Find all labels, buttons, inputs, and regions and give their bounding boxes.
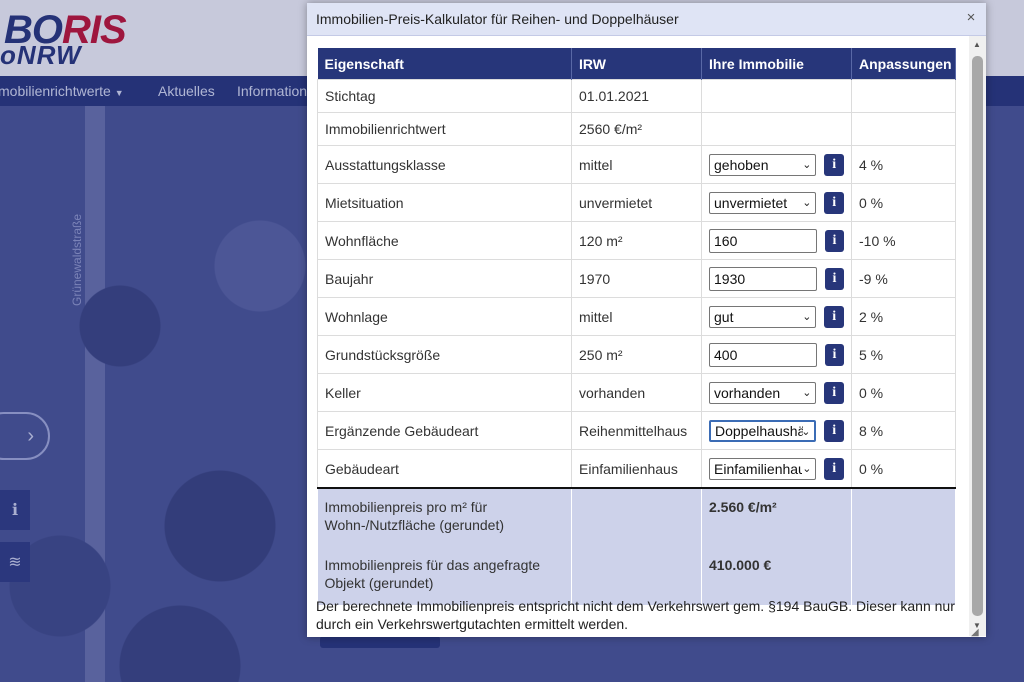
chevron-down-icon: ⌄: [801, 425, 811, 438]
chevron-down-icon: ⌄: [802, 196, 812, 209]
header-anpassungen: Anpassungen: [851, 48, 956, 80]
row-adjust: 0 %: [851, 449, 956, 489]
table-row: Grundstücksgröße 250 m² 400 i 5 %: [317, 335, 956, 374]
row-yours: [701, 79, 852, 113]
table-row: Gebäudeart Einfamilienhaus Einfamilienha…: [317, 449, 956, 489]
table-row: Baujahr 1970 1930 i -9 %: [317, 259, 956, 298]
row-irw: 1970: [571, 259, 702, 298]
row-adjust: 2 %: [851, 297, 956, 336]
dialog-content: Eigenschaft IRW Ihre Immobilie Anpassung…: [307, 36, 969, 636]
ergaenzende-gebaeudeart-select[interactable]: Doppelhaushälfte⌄: [709, 419, 817, 442]
row-label: Keller: [317, 373, 572, 412]
info-icon[interactable]: i: [824, 419, 844, 442]
info-icon[interactable]: i: [824, 381, 844, 404]
info-icon[interactable]: i: [824, 457, 844, 480]
row-label: Wohnfläche: [317, 221, 572, 260]
header-ihre-immobilie: Ihre Immobilie: [701, 48, 852, 80]
summary-value: 2.560 €/m²: [701, 488, 852, 547]
row-label: Ergänzende Gebäudeart: [317, 411, 572, 450]
row-label: Wohnlage: [317, 297, 572, 336]
info-icon[interactable]: i: [824, 267, 844, 290]
dialog-titlebar[interactable]: Immobilien-Preis-Kalkulator für Reihen- …: [307, 3, 986, 36]
calculator-table: Eigenschaft IRW Ihre Immobilie Anpassung…: [317, 48, 956, 605]
resize-grip-icon[interactable]: ◢: [971, 627, 983, 639]
dialog-title: Immobilien-Preis-Kalkulator für Reihen- …: [316, 11, 679, 27]
header-irw: IRW: [571, 48, 702, 80]
dialog-scrollbar[interactable]: ▲ ▼: [969, 36, 986, 636]
wohnflaeche-input[interactable]: 160: [709, 228, 817, 253]
row-label: Mietsituation: [317, 183, 572, 222]
row-irw: 2560 €/m²: [571, 112, 702, 146]
calculator-dialog: Immobilien-Preis-Kalkulator für Reihen- …: [307, 3, 986, 637]
row-adjust: 4 %: [851, 145, 956, 184]
row-label: Baujahr: [317, 259, 572, 298]
row-label: Immobilienrichtwert: [317, 112, 572, 146]
chevron-down-icon: ⌄: [802, 386, 812, 399]
mietsituation-select[interactable]: unvermietet ⌄: [709, 191, 817, 214]
row-adjust: [851, 112, 956, 146]
chevron-down-icon: ⌄: [802, 462, 812, 475]
info-icon[interactable]: i: [824, 153, 844, 176]
row-irw: vorhanden: [571, 373, 702, 412]
summary-label: Immobilienpreis pro m² für Wohn-/Nutzfläc…: [317, 488, 572, 547]
table-row: Keller vorhanden vorhanden ⌄ i 0 %: [317, 373, 956, 412]
row-adjust: 0 %: [851, 373, 956, 412]
row-adjust: 0 %: [851, 183, 956, 222]
info-icon[interactable]: i: [824, 191, 844, 214]
row-label: Stichtag: [317, 79, 572, 113]
row-irw: mittel: [571, 145, 702, 184]
table-row: Mietsituation unvermietet unvermietet ⌄ i…: [317, 183, 956, 222]
chevron-down-icon: ⌄: [802, 158, 812, 171]
table-row: Stichtag 01.01.2021: [317, 79, 956, 113]
chevron-down-icon: ⌄: [802, 310, 812, 323]
scroll-thumb[interactable]: [972, 56, 983, 616]
info-icon[interactable]: i: [824, 229, 844, 252]
row-irw: Reihenmittelhaus: [571, 411, 702, 450]
gebaeudeart-select[interactable]: Einfamilienhaus⌄: [709, 457, 817, 480]
ausstattungsklasse-select[interactable]: gehoben ⌄: [709, 153, 817, 176]
summary-row-per-sqm: Immobilienpreis pro m² für Wohn-/Nutzfläc…: [317, 488, 956, 547]
close-icon[interactable]: ×: [964, 9, 978, 27]
table-row: Ausstattungsklasse mittel gehoben ⌄ i 4 %: [317, 145, 956, 184]
info-icon[interactable]: i: [824, 343, 844, 366]
row-adjust: -9 %: [851, 259, 956, 298]
row-adjust: -10 %: [851, 221, 956, 260]
table-row: Wohnlage mittel gut ⌄ i 2 %: [317, 297, 956, 336]
row-irw: 120 m²: [571, 221, 702, 260]
row-adjust: [851, 79, 956, 113]
grundstuecksgroesse-input[interactable]: 400: [709, 342, 817, 367]
row-label: Gebäudeart: [317, 449, 572, 489]
baujahr-input[interactable]: 1930: [709, 266, 817, 291]
row-adjust: 5 %: [851, 335, 956, 374]
info-icon[interactable]: i: [824, 305, 844, 328]
table-row: Immobilienrichtwert 2560 €/m²: [317, 112, 956, 146]
row-irw: 01.01.2021: [571, 79, 702, 113]
row-irw: mittel: [571, 297, 702, 336]
row-adjust: 8 %: [851, 411, 956, 450]
row-label: Grundstücksgröße: [317, 335, 572, 374]
wohnlage-select[interactable]: gut ⌄: [709, 305, 817, 328]
table-row: Wohnfläche 120 m² 160 i -10 %: [317, 221, 956, 260]
row-label: Ausstattungsklasse: [317, 145, 572, 184]
table-row: Ergänzende Gebäudeart Reihenmittelhaus D…: [317, 411, 956, 450]
row-irw: Einfamilienhaus: [571, 449, 702, 489]
scroll-up-icon[interactable]: ▲: [973, 40, 981, 49]
row-irw: unvermietet: [571, 183, 702, 222]
header-eigenschaft: Eigenschaft: [317, 48, 572, 80]
row-irw: 250 m²: [571, 335, 702, 374]
disclaimer-note: Der berechnete Immobilienpreis entsprich…: [316, 598, 955, 632]
keller-select[interactable]: vorhanden ⌄: [709, 381, 817, 404]
row-yours: [701, 112, 852, 146]
